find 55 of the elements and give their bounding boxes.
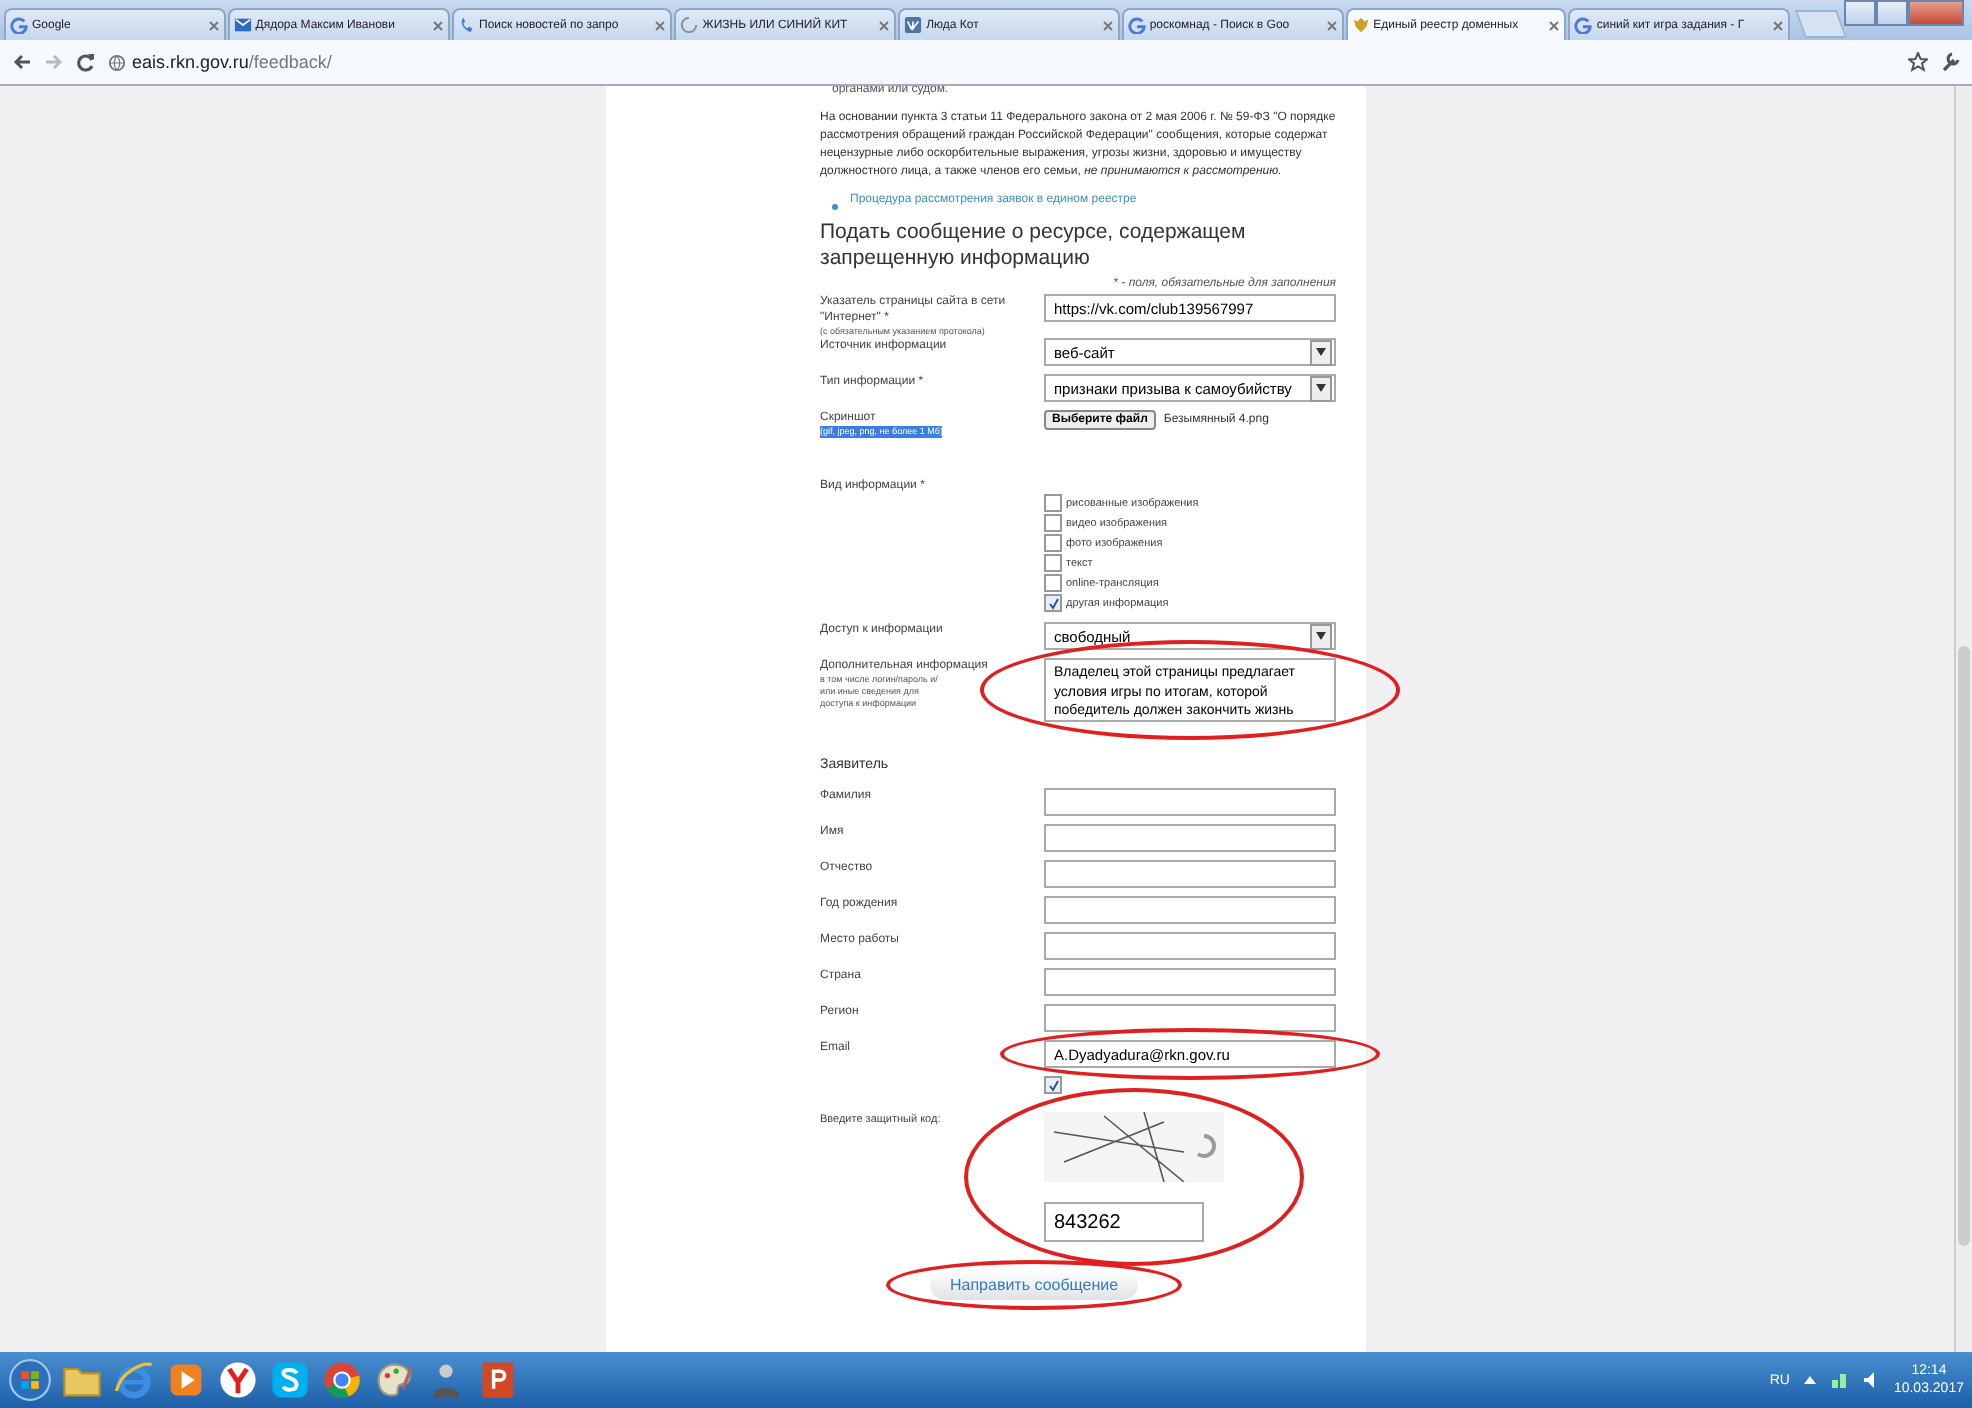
tray-arrow-icon[interactable] [1801,1372,1818,1388]
y-browser-icon[interactable] [216,1358,260,1402]
close-icon[interactable] [1325,19,1338,31]
checkbox[interactable] [1044,534,1062,552]
checkbox[interactable] [1044,574,1062,592]
maximize-button[interactable] [1876,0,1908,26]
checkbox[interactable] [1044,554,1062,572]
checkbox[interactable] [1044,514,1062,532]
browser-e-icon[interactable] [112,1358,156,1402]
text-field[interactable] [1044,968,1336,996]
text-field[interactable] [1044,824,1336,852]
close-icon[interactable] [878,19,891,31]
reload-icon[interactable] [76,52,96,72]
text-field[interactable] [1044,1004,1336,1032]
vk-icon [904,16,923,34]
chrome-icon[interactable] [320,1358,364,1402]
checkbox[interactable] [1044,594,1062,612]
wrench-icon[interactable] [1940,52,1960,72]
network-icon[interactable] [1829,1370,1850,1390]
text-field[interactable] [1044,860,1336,888]
close-icon[interactable] [1772,19,1785,31]
google-icon [10,16,28,34]
google-icon [1127,16,1146,34]
url-path[interactable]: /feedback/ [248,52,332,72]
start-orb-icon[interactable] [8,1358,52,1402]
close-icon[interactable] [207,19,220,31]
text-field[interactable] [1044,896,1336,924]
submit-button[interactable]: Направить сообщение [930,1270,1139,1300]
close-icon[interactable] [654,19,667,31]
form-heading: Подать сообщение о ресурсе, содержащем запрещенную информацию [820,220,1248,272]
emblem-icon [1351,16,1370,34]
phone-icon [457,16,476,34]
text-field[interactable] [1044,932,1336,960]
scrollbar[interactable] [1954,86,1972,1352]
close-icon[interactable] [1101,19,1114,31]
mail-icon [233,16,252,34]
palette-icon[interactable] [372,1358,416,1402]
url-host[interactable]: eais.rkn.gov.ru [132,52,249,72]
captcha-field[interactable]: 843262 [1044,1202,1204,1242]
loading-icon [680,16,699,34]
forward-icon[interactable] [44,52,64,72]
star-icon[interactable] [1908,52,1928,72]
close-icon[interactable] [431,19,444,31]
text-field[interactable] [1044,788,1336,816]
minimize-button[interactable] [1844,0,1876,26]
globe-icon [108,53,126,71]
new-tab-button[interactable] [1795,10,1848,38]
close-icon[interactable] [1548,19,1561,31]
checkbox[interactable] [1044,1076,1062,1094]
s-chat-icon[interactable] [268,1358,312,1402]
bullet-icon [832,204,838,210]
checkbox[interactable] [1044,494,1062,512]
close-button[interactable] [1908,0,1964,26]
back-icon[interactable] [12,52,32,72]
google-icon [1574,16,1593,34]
